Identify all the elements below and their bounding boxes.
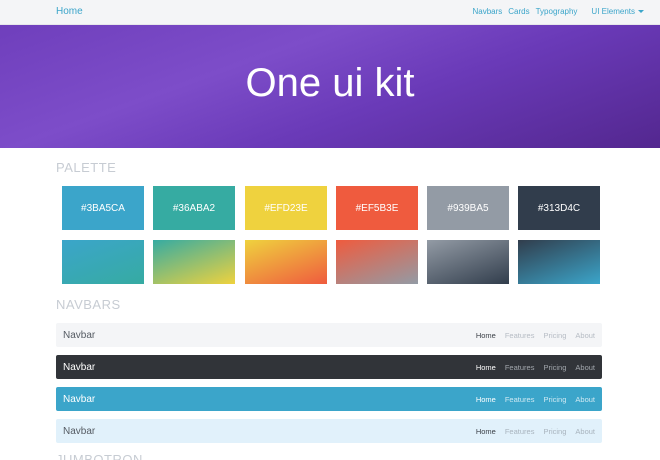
navbar-brand[interactable]: Navbar [63, 362, 95, 373]
navbars-heading: NAVBARS [56, 297, 121, 312]
swatch-gray: #939BA5 [427, 186, 509, 230]
gradient-swatch-blue-teal [62, 240, 144, 284]
hero-banner: One ui kit [0, 25, 660, 148]
caret-down-icon [638, 10, 644, 14]
navbar-dark: Navbar Home Features Pricing About [56, 355, 602, 379]
navbar-links: Home Features Pricing About [476, 395, 595, 404]
nav-link-typography[interactable]: Typography [536, 7, 578, 16]
swatch-blue: #3BA5CA [62, 186, 144, 230]
navbar-link-home[interactable]: Home [476, 363, 496, 372]
navbar-links: Home Features Pricing About [476, 331, 595, 340]
swatch-label: #EFD23E [264, 202, 308, 214]
navbar-primary: Navbar Home Features Pricing About [56, 387, 602, 411]
swatch-label: #EF5B3E [355, 202, 399, 214]
navbar-brand[interactable]: Navbar [63, 330, 95, 341]
gradient-swatch-yellow-red [245, 240, 327, 284]
navbar-link-about[interactable]: About [575, 331, 595, 340]
navbar-link-home[interactable]: Home [476, 331, 496, 340]
navbar-link-pricing[interactable]: Pricing [543, 427, 566, 436]
gradient-swatch-red-gray [336, 240, 418, 284]
nav-link-cards[interactable]: Cards [508, 7, 529, 16]
ui-elements-dropdown[interactable]: UI Elements [591, 7, 644, 16]
navbar-link-features[interactable]: Features [505, 331, 535, 340]
swatch-label: #36ABA2 [172, 202, 216, 214]
top-nav-links: Navbars Cards Typography UI Elements [472, 7, 644, 16]
navbar-link-pricing[interactable]: Pricing [543, 395, 566, 404]
navbar-link-about[interactable]: About [575, 427, 595, 436]
navbar-link-about[interactable]: About [575, 363, 595, 372]
navbar-link-about[interactable]: About [575, 395, 595, 404]
swatch-red: #EF5B3E [336, 186, 418, 230]
navbar-link-home[interactable]: Home [476, 395, 496, 404]
palette-heading: PALETTE [56, 160, 117, 175]
gradient-swatch-gray-dark [427, 240, 509, 284]
home-link[interactable]: Home [56, 6, 83, 17]
navbar-brand[interactable]: Navbar [63, 394, 95, 405]
navbar-link-pricing[interactable]: Pricing [543, 363, 566, 372]
navbar-link-features[interactable]: Features [505, 427, 535, 436]
navbar-link-features[interactable]: Features [505, 395, 535, 404]
swatch-label: #313D4C [537, 202, 581, 214]
navbar-link-pricing[interactable]: Pricing [543, 331, 566, 340]
navbar-brand[interactable]: Navbar [63, 426, 95, 437]
swatch-yellow: #EFD23E [245, 186, 327, 230]
swatch-label: #3BA5CA [81, 202, 125, 214]
navbar-links: Home Features Pricing About [476, 363, 595, 372]
navbar-links: Home Features Pricing About [476, 427, 595, 436]
gradient-swatch-teal-yellow [153, 240, 235, 284]
nav-link-navbars[interactable]: Navbars [472, 7, 502, 16]
swatch-label: #939BA5 [447, 202, 489, 214]
hero-title: One ui kit [245, 61, 415, 105]
swatch-teal: #36ABA2 [153, 186, 235, 230]
ui-elements-label: UI Elements [591, 7, 635, 16]
navbar-info: Navbar Home Features Pricing About [56, 419, 602, 443]
top-navbar: Home Navbars Cards Typography UI Element… [0, 0, 660, 25]
navbar-link-home[interactable]: Home [476, 427, 496, 436]
navbar-link-features[interactable]: Features [505, 363, 535, 372]
gradient-swatch-dark-blue [518, 240, 600, 284]
navbar-light: Navbar Home Features Pricing About [56, 323, 602, 347]
swatch-dark: #313D4C [518, 186, 600, 230]
jumbotron-heading: JUMBOTRON [56, 452, 143, 460]
